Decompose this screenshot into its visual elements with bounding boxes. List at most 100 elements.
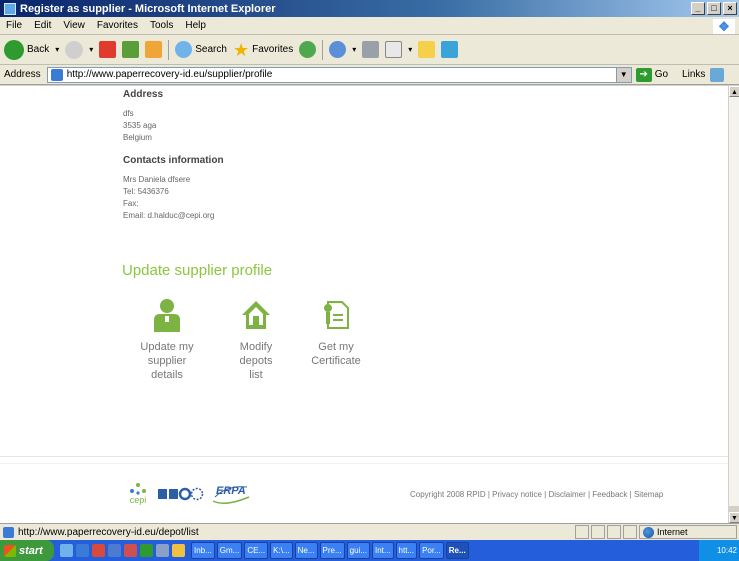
- task-button[interactable]: Int...: [371, 542, 394, 559]
- history-icon[interactable]: [299, 41, 317, 58]
- task-button[interactable]: Por...: [419, 542, 444, 559]
- task-button-active[interactable]: Re...: [445, 542, 469, 559]
- zone-label: Internet: [657, 527, 688, 537]
- get-certificate-link[interactable]: Get my Certificate: [298, 298, 374, 368]
- toolbar-separator: [322, 39, 324, 60]
- status-text: http://www.paperrecovery-id.eu/depot/lis…: [18, 526, 199, 538]
- folder-icon[interactable]: [172, 544, 185, 557]
- globe-icon: [643, 526, 654, 538]
- partner-logos: cepi ERPA: [125, 482, 251, 505]
- folder-icon[interactable]: [418, 41, 436, 58]
- task-label: Int...: [374, 546, 391, 555]
- app-icon[interactable]: [92, 544, 105, 557]
- contacts-section-title: Contacts information: [123, 155, 224, 166]
- close-button[interactable]: ×: [723, 2, 737, 15]
- status-panels: [575, 525, 637, 539]
- task-label: htt...: [398, 546, 415, 555]
- task-button[interactable]: htt...: [395, 542, 418, 559]
- refresh-icon[interactable]: [122, 41, 140, 58]
- back-dropdown-icon[interactable]: ▾: [55, 45, 59, 54]
- links-toolbar[interactable]: Links: [682, 67, 725, 82]
- maximize-button[interactable]: □: [707, 2, 721, 15]
- home-icon[interactable]: [145, 41, 163, 58]
- menu-favorites[interactable]: Favorites: [97, 20, 138, 31]
- contact-line-1: Mrs Daniela dfsere: [123, 175, 191, 184]
- edit-icon[interactable]: [385, 41, 403, 58]
- house-icon: [242, 301, 270, 329]
- search-label: Search: [195, 44, 227, 55]
- vertical-scrollbar[interactable]: ▲ ▼: [728, 86, 739, 523]
- task-label: K:\...: [273, 546, 290, 555]
- app-icon[interactable]: [156, 544, 169, 557]
- forward-button[interactable]: [65, 40, 84, 59]
- favorites-label: Favorites: [252, 44, 294, 55]
- address-input[interactable]: http://www.paperrecovery-id.eu/supplier/…: [46, 66, 632, 83]
- task-label: Re...: [448, 546, 466, 555]
- excel-icon[interactable]: [140, 544, 153, 557]
- task-button[interactable]: Inb...: [191, 542, 215, 559]
- task-button[interactable]: Pre...: [319, 542, 345, 559]
- menu-edit[interactable]: Edit: [34, 20, 51, 31]
- modify-depots-link[interactable]: Modify depots list: [232, 298, 280, 382]
- menu-tools[interactable]: Tools: [150, 20, 173, 31]
- update-profile-title: Update supplier profile: [122, 262, 273, 279]
- footer-divider: [0, 463, 728, 464]
- back-button[interactable]: Back: [4, 39, 50, 60]
- quick-launch: [60, 544, 185, 557]
- status-panel: [575, 525, 589, 539]
- contact-line-4: Email: d.halduc@cepi.org: [123, 211, 215, 220]
- contact-line-2: Tel: 5436376: [123, 187, 169, 196]
- task-button[interactable]: Ne...: [294, 542, 318, 559]
- menu-file[interactable]: File: [6, 20, 22, 31]
- scroll-up-icon[interactable]: ▲: [729, 86, 739, 97]
- word-icon[interactable]: [108, 544, 121, 557]
- links-extra-icon[interactable]: [710, 67, 725, 82]
- app-icon[interactable]: [124, 544, 137, 557]
- page-viewport: Address dfs 3535 aga Belgium Contacts in…: [0, 86, 728, 523]
- edit-dropdown-icon[interactable]: ▾: [408, 45, 412, 54]
- back-label: Back: [27, 44, 50, 55]
- task-label: Inb...: [194, 546, 212, 555]
- stop-icon[interactable]: [99, 41, 117, 58]
- task-label: Pre...: [322, 546, 342, 555]
- mail-dropdown-icon[interactable]: ▾: [352, 45, 356, 54]
- go-arrow-icon: ➔: [635, 67, 652, 82]
- minimize-button[interactable]: _: [691, 2, 705, 15]
- favorites-button[interactable]: ★ Favorites: [233, 41, 293, 59]
- forward-dropdown-icon[interactable]: ▾: [89, 45, 93, 54]
- print-icon[interactable]: [362, 41, 380, 58]
- ie-app-icon: [4, 2, 16, 15]
- update-supplier-details-link[interactable]: Update my supplier details: [132, 298, 202, 382]
- address-dropdown-icon[interactable]: ▼: [615, 67, 631, 82]
- go-button[interactable]: ➔ Go: [635, 67, 668, 82]
- mail-icon[interactable]: [329, 41, 347, 58]
- window-title: Register as supplier - Microsoft Interne…: [20, 2, 276, 15]
- clock: 10:42: [716, 546, 737, 555]
- menu-view[interactable]: View: [63, 20, 85, 31]
- desktop-icon[interactable]: [60, 544, 73, 557]
- search-button[interactable]: Search: [175, 41, 227, 58]
- task-label: Ne...: [297, 546, 315, 555]
- modify-depots-label: Modify depots list: [239, 341, 273, 381]
- windows-logo-icon: ❖: [713, 19, 735, 34]
- task-button[interactable]: Gm...: [216, 542, 243, 559]
- task-button[interactable]: K:\...: [270, 542, 293, 559]
- star-icon: ★: [232, 39, 250, 60]
- status-bar: http://www.paperrecovery-id.eu/depot/lis…: [0, 523, 739, 540]
- search-icon: [175, 41, 193, 58]
- address-line-1: dfs: [123, 109, 134, 118]
- task-button[interactable]: CE...: [244, 542, 269, 559]
- status-panel: [591, 525, 605, 539]
- messenger-icon[interactable]: [441, 41, 459, 58]
- erpa-logo: ERPA: [211, 483, 251, 505]
- address-url: http://www.paperrecovery-id.eu/supplier/…: [66, 69, 273, 80]
- start-button[interactable]: start: [0, 540, 54, 561]
- task-label: Gm...: [219, 546, 240, 555]
- task-button[interactable]: gui...: [346, 542, 370, 559]
- scroll-down-icon[interactable]: ▼: [729, 512, 739, 523]
- window-controls: _ □ ×: [691, 2, 737, 15]
- menu-help[interactable]: Help: [185, 20, 206, 31]
- address-label: Address: [4, 69, 41, 80]
- ie-icon[interactable]: [76, 544, 89, 557]
- user-icon: [154, 299, 180, 332]
